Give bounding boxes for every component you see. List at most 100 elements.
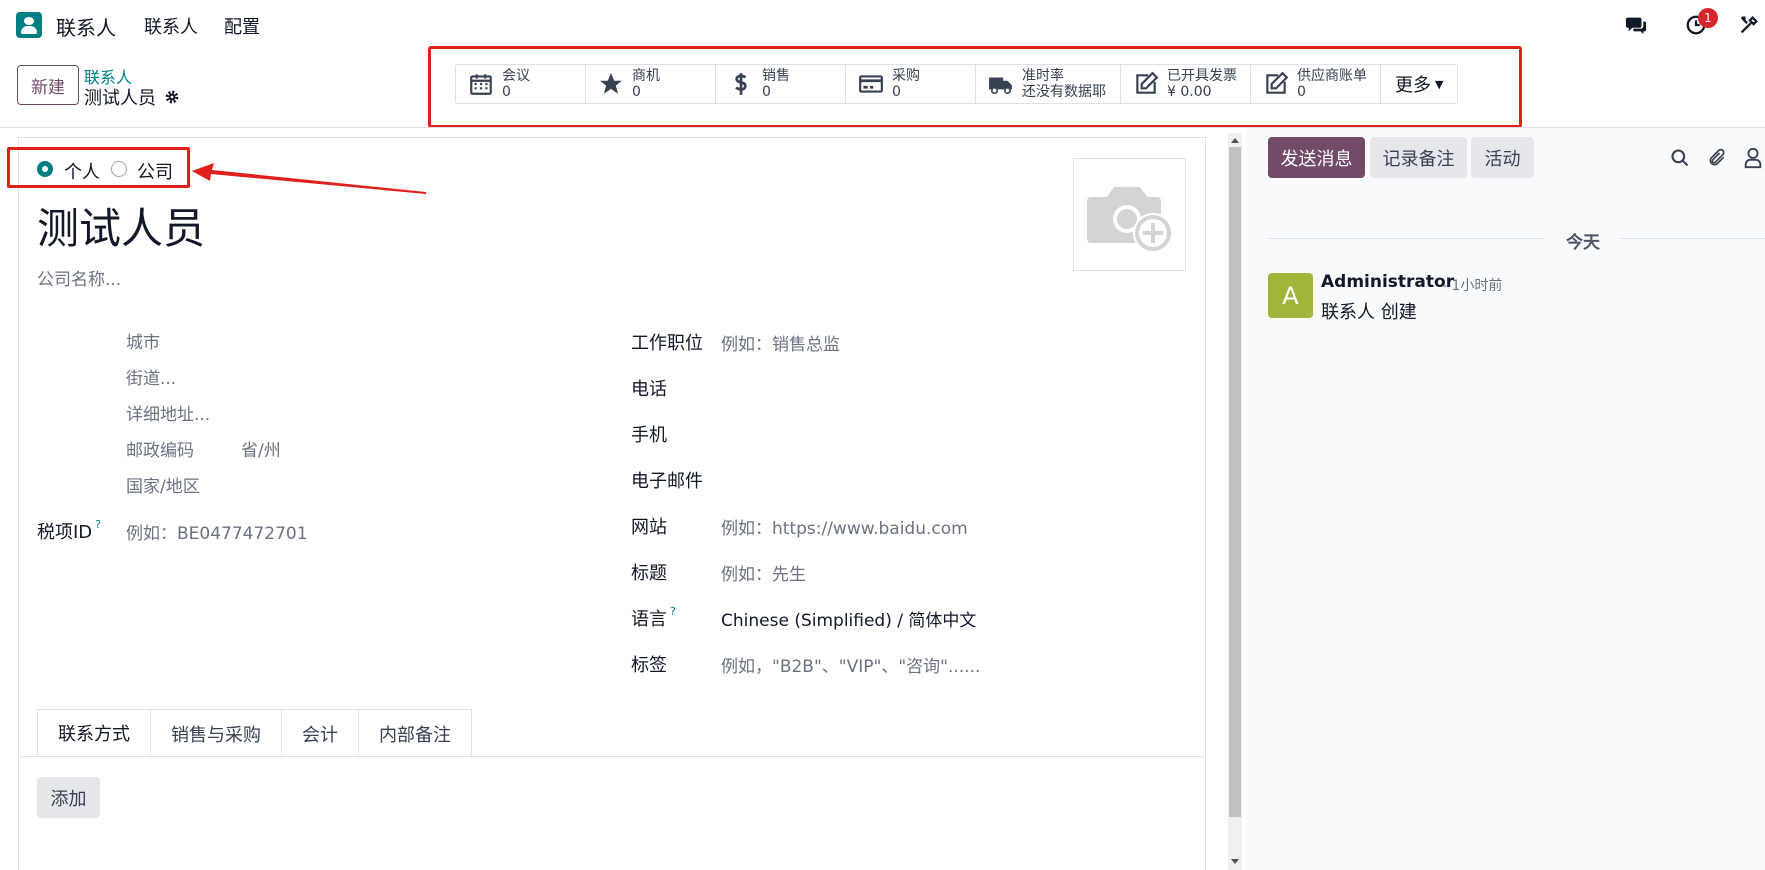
- paperclip-icon[interactable]: [1707, 147, 1727, 169]
- contact-name-field[interactable]: 测试人员: [37, 195, 205, 256]
- message-time: - 1小时前: [1442, 278, 1503, 294]
- date-separator-label: 今天: [1566, 233, 1600, 253]
- tab-divider: [19, 756, 1205, 757]
- gear-icon[interactable]: [164, 89, 180, 105]
- truck-icon: [989, 77, 1012, 95]
- vat-label-text: 税项ID: [37, 522, 93, 543]
- help-icon[interactable]: ?: [670, 605, 676, 618]
- language-field[interactable]: Chinese (Simplified) / 简体中文: [721, 606, 976, 631]
- language-label-text: 语言: [631, 609, 667, 630]
- breadcrumb-current: 测试人员: [84, 88, 156, 109]
- follower-icon[interactable]: [1744, 147, 1762, 169]
- job-position-field[interactable]: 例如：销售总监: [721, 330, 840, 355]
- vat-field[interactable]: 例如：BE0477472701: [126, 519, 308, 544]
- edit-icon: [1136, 71, 1159, 94]
- website-field[interactable]: 例如：https://www.baidu.com: [721, 514, 968, 539]
- street2-field[interactable]: 详细地址...: [126, 400, 210, 425]
- star-icon: [600, 73, 622, 94]
- stat-label: 已开具发票: [1167, 68, 1237, 84]
- message-body: 联系人 创建: [1321, 302, 1417, 323]
- state-field[interactable]: 省/州: [241, 436, 281, 461]
- menu-configuration[interactable]: 配置: [224, 13, 260, 39]
- stat-button-bar: 会议 0 商机 0 销售 0 采购 0 准时率 还没有数据耶 已开具发票 ¥ 0.00: [455, 64, 1459, 104]
- stat-value: 0: [892, 84, 901, 100]
- tab-sales-purchase[interactable]: 销售与采购: [150, 709, 282, 757]
- form-tabs: 联系方式 销售与采购 会计 内部备注: [37, 709, 472, 757]
- stat-value: 还没有数据耶: [1022, 84, 1106, 100]
- more-label: 更多: [1395, 75, 1431, 96]
- tab-accounting[interactable]: 会计: [281, 709, 359, 757]
- radio-person[interactable]: [37, 161, 53, 177]
- debug-tools-icon[interactable]: [1738, 14, 1760, 36]
- app-name[interactable]: 联系人: [56, 12, 116, 41]
- stat-button-invoiced[interactable]: 已开具发票 ¥ 0.00: [1121, 65, 1251, 103]
- help-icon[interactable]: ?: [95, 518, 101, 531]
- tab-contacts[interactable]: 联系方式: [37, 709, 151, 757]
- activity-badge: 1: [1698, 8, 1718, 28]
- vat-label: 税项ID?: [37, 518, 101, 544]
- scroll-up-icon[interactable]: [1230, 136, 1240, 144]
- stat-value: 0: [502, 84, 511, 100]
- new-button[interactable]: 新建: [17, 65, 79, 105]
- radio-company-label[interactable]: 公司: [137, 158, 173, 184]
- stat-button-sales[interactable]: 销售 0: [716, 65, 846, 103]
- menu-contacts[interactable]: 联系人: [144, 13, 198, 39]
- search-icon[interactable]: [1670, 148, 1690, 168]
- scrollbar-thumb[interactable]: [1229, 147, 1241, 817]
- more-dropdown[interactable]: 更多 ▼: [1381, 65, 1457, 103]
- stat-label: 准时率: [1022, 68, 1064, 84]
- tags-field[interactable]: 例如，"B2B"、"VIP"、"咨询"......: [721, 652, 980, 677]
- avatar[interactable]: A: [1268, 273, 1313, 318]
- caret-down-icon: ▼: [1435, 77, 1444, 91]
- email-label: 电子邮件: [631, 471, 703, 492]
- stat-button-meetings[interactable]: 会议 0: [456, 65, 586, 103]
- job-position-label: 工作职位: [631, 333, 703, 354]
- stat-value: 0: [1297, 84, 1306, 100]
- send-message-button[interactable]: 发送消息: [1268, 137, 1365, 178]
- email-field[interactable]: [721, 468, 1181, 490]
- stat-value: 0: [632, 84, 641, 100]
- company-name-field[interactable]: 公司名称...: [37, 265, 121, 290]
- camera-plus-icon: [1087, 187, 1173, 253]
- stat-label: 商机: [632, 68, 660, 84]
- calendar-icon: [470, 74, 492, 95]
- add-contact-button[interactable]: 添加: [37, 777, 100, 818]
- stat-button-vendor-bills[interactable]: 供应商账单 0: [1251, 65, 1381, 103]
- country-field[interactable]: 国家/地区: [126, 472, 200, 497]
- stat-label: 采购: [892, 68, 920, 84]
- stat-label: 销售: [762, 68, 790, 84]
- stat-button-purchases[interactable]: 采购 0: [846, 65, 976, 103]
- annotation-arrow: [192, 163, 426, 194]
- phone-field[interactable]: [721, 376, 1181, 398]
- mobile-field[interactable]: [721, 422, 1181, 444]
- date-separator-line: [1268, 238, 1545, 239]
- message-author[interactable]: Administrator: [1321, 272, 1454, 292]
- stat-button-on-time-rate[interactable]: 准时率 还没有数据耶: [976, 65, 1121, 103]
- zip-field[interactable]: 邮政编码: [126, 436, 194, 461]
- street-field[interactable]: 街道...: [126, 364, 176, 389]
- stat-label: 供应商账单: [1297, 68, 1367, 84]
- stat-button-opportunities[interactable]: 商机 0: [586, 65, 716, 103]
- contacts-app-icon[interactable]: [16, 12, 42, 38]
- chat-icon[interactable]: [1625, 14, 1647, 36]
- avatar-upload[interactable]: [1073, 158, 1186, 271]
- log-note-button[interactable]: 记录备注: [1370, 137, 1467, 178]
- activity-button[interactable]: 活动: [1471, 137, 1534, 178]
- scroll-down-icon[interactable]: [1230, 858, 1240, 866]
- website-label: 网站: [631, 517, 667, 538]
- tags-label: 标签: [631, 655, 667, 676]
- phone-label: 电话: [631, 379, 667, 400]
- stat-value: ¥ 0.00: [1167, 84, 1212, 100]
- radio-person-label[interactable]: 个人: [64, 158, 100, 184]
- credit-card-icon: [859, 75, 883, 93]
- date-separator-line: [1620, 238, 1765, 239]
- city-field[interactable]: 城市: [126, 328, 160, 353]
- chatter-panel: [1246, 128, 1765, 870]
- tab-internal-notes[interactable]: 内部备注: [358, 709, 472, 757]
- mobile-label: 手机: [631, 425, 667, 446]
- radio-company[interactable]: [111, 161, 127, 177]
- stat-value: 0: [762, 84, 771, 100]
- stat-label: 会议: [502, 68, 530, 84]
- title-label: 标题: [631, 563, 667, 584]
- title-field[interactable]: 例如：先生: [721, 560, 806, 585]
